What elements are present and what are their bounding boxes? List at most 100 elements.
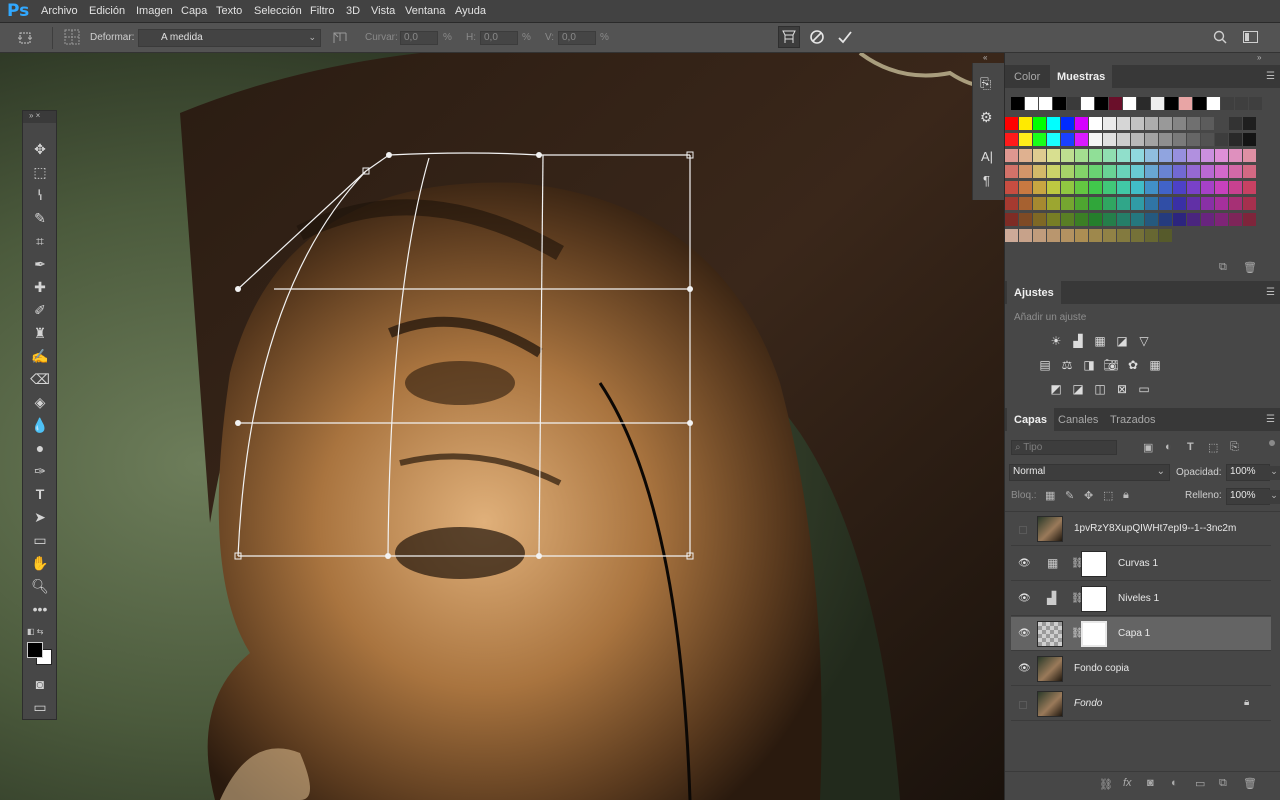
blur-tool-icon[interactable]: 💧: [29, 415, 51, 435]
swatch[interactable]: [1229, 213, 1242, 226]
swatch[interactable]: [1005, 149, 1018, 162]
swatch[interactable]: [1173, 133, 1186, 146]
swatch[interactable]: [1131, 213, 1144, 226]
menu-texto[interactable]: Texto: [216, 5, 242, 17]
crop-tool-icon[interactable]: ⌗: [29, 231, 51, 251]
layer-row[interactable]: 1pvRzY8XupQIWHt7epI9--1--3nc2m: [1011, 512, 1271, 546]
swatch[interactable]: [1173, 165, 1186, 178]
swatch[interactable]: [1005, 229, 1018, 242]
swatch[interactable]: [1047, 149, 1060, 162]
swatch[interactable]: [1159, 213, 1172, 226]
swatch[interactable]: [1109, 97, 1122, 110]
swatch[interactable]: [1019, 197, 1032, 210]
delete-swatch-icon[interactable]: 🗑︎: [1243, 261, 1257, 274]
foreground-color-swatch[interactable]: [27, 642, 43, 658]
swatch[interactable]: [1131, 117, 1144, 130]
swatch[interactable]: [1033, 133, 1046, 146]
swatch[interactable]: [1145, 197, 1158, 210]
history-panel-icon[interactable]: ⎘: [980, 75, 991, 92]
swatch[interactable]: [1187, 165, 1200, 178]
swatch[interactable]: [1145, 133, 1158, 146]
document-canvas[interactable]: [0, 53, 1004, 800]
expand-panels-icon[interactable]: «: [983, 53, 987, 62]
vibrance-icon[interactable]: ▽: [1136, 334, 1152, 348]
photo-filter-icon[interactable]: 📷︎: [1103, 358, 1119, 372]
swatch[interactable]: [1075, 117, 1088, 130]
new-swatch-icon[interactable]: ⧉: [1219, 261, 1227, 274]
brush-tool-icon[interactable]: ✐: [29, 300, 51, 320]
black-white-icon[interactable]: ◨: [1081, 358, 1097, 372]
swatch[interactable]: [1187, 149, 1200, 162]
swatch[interactable]: [1187, 181, 1200, 194]
swatch[interactable]: [1103, 149, 1116, 162]
quick-mask-icon[interactable]: ◙: [29, 674, 51, 694]
swatch[interactable]: [1103, 229, 1116, 242]
eye-icon[interactable]: 👁︎: [1018, 664, 1031, 674]
eye-icon[interactable]: 👁︎: [1018, 629, 1031, 639]
layer-row-selected[interactable]: 👁︎ ⛓︎ Capa 1: [1011, 617, 1271, 651]
layer-filter-input[interactable]: ⌕ Tipo: [1011, 440, 1117, 455]
lock-artboard-icon[interactable]: ⬚: [1103, 489, 1113, 502]
chevron-down-icon[interactable]: ⌄: [1268, 490, 1280, 504]
lasso-tool-icon[interactable]: ꝇ: [29, 185, 51, 205]
lock-image-icon[interactable]: ✎: [1065, 489, 1074, 502]
swatch[interactable]: [1061, 165, 1074, 178]
lock-all-icon[interactable]: 🔒︎: [1123, 489, 1129, 502]
swatch[interactable]: [1117, 197, 1130, 210]
commit-transform-icon[interactable]: [837, 29, 853, 45]
swatch[interactable]: [1061, 229, 1074, 242]
swatch[interactable]: [1229, 117, 1242, 130]
swatch[interactable]: [1159, 197, 1172, 210]
swatch[interactable]: [1137, 97, 1150, 110]
quick-selection-tool-icon[interactable]: ✎: [29, 208, 51, 228]
swatch[interactable]: [1201, 197, 1214, 210]
swatch[interactable]: [1159, 133, 1172, 146]
layer-row[interactable]: 👁︎ ▦ ⛓︎ Curvas 1: [1011, 547, 1271, 581]
swatch[interactable]: [1089, 197, 1102, 210]
swatch[interactable]: [1047, 117, 1060, 130]
visibility-toggle-empty[interactable]: [1019, 526, 1027, 534]
layer-name[interactable]: Fondo copia: [1074, 663, 1129, 674]
zoom-tool-icon[interactable]: 🔍︎: [29, 576, 51, 596]
gradient-map-icon[interactable]: ▭: [1136, 382, 1152, 396]
menu-seleccion[interactable]: Selección: [254, 5, 302, 17]
eye-icon[interactable]: 👁︎: [1018, 559, 1031, 569]
swatch[interactable]: [1047, 133, 1060, 146]
filter-shape-icon[interactable]: ⬚: [1208, 441, 1218, 454]
swatch[interactable]: [1131, 149, 1144, 162]
swatch[interactable]: [1229, 165, 1242, 178]
tab-ajustes[interactable]: Ajustes: [1007, 281, 1061, 304]
collapse-panels-icon[interactable]: »: [1257, 53, 1261, 62]
swatch[interactable]: [1145, 149, 1158, 162]
swatch[interactable]: [1159, 117, 1172, 130]
swatch[interactable]: [1061, 117, 1074, 130]
menu-3d[interactable]: 3D: [346, 5, 360, 17]
swatch[interactable]: [1103, 197, 1116, 210]
warp-orientation-icon[interactable]: [331, 28, 351, 46]
eyedropper-tool-icon[interactable]: ✒: [29, 254, 51, 274]
paint-bucket-tool-icon[interactable]: ◈: [29, 392, 51, 412]
visibility-toggle-empty[interactable]: [1019, 701, 1027, 709]
swatch[interactable]: [1215, 149, 1228, 162]
swatch[interactable]: [1089, 165, 1102, 178]
selective-color-icon[interactable]: ⊠: [1114, 382, 1130, 396]
swatch[interactable]: [1117, 133, 1130, 146]
swatch[interactable]: [1145, 117, 1158, 130]
swatch[interactable]: [1019, 229, 1032, 242]
swatch[interactable]: [1131, 133, 1144, 146]
collapse-toolbox-icon[interactable]: » ×: [23, 111, 56, 123]
swatch[interactable]: [1117, 117, 1130, 130]
menu-capa[interactable]: Capa: [181, 5, 207, 17]
paragraph-panel-icon[interactable]: ¶: [983, 173, 990, 188]
layer-row[interactable]: 👁︎ ▟ ⛓︎ Niveles 1: [1011, 582, 1271, 616]
swatch[interactable]: [1173, 213, 1186, 226]
rectangle-tool-icon[interactable]: ▭: [29, 530, 51, 550]
swatch[interactable]: [1145, 213, 1158, 226]
threshold-icon[interactable]: ◫: [1092, 382, 1108, 396]
new-group-icon[interactable]: ▭: [1195, 777, 1205, 790]
color-lookup-icon[interactable]: ▦: [1147, 358, 1163, 372]
swatch[interactable]: [1075, 149, 1088, 162]
swatch[interactable]: [1173, 181, 1186, 194]
swatch[interactable]: [1039, 97, 1052, 110]
lock-transparent-icon[interactable]: ▦: [1045, 489, 1055, 502]
